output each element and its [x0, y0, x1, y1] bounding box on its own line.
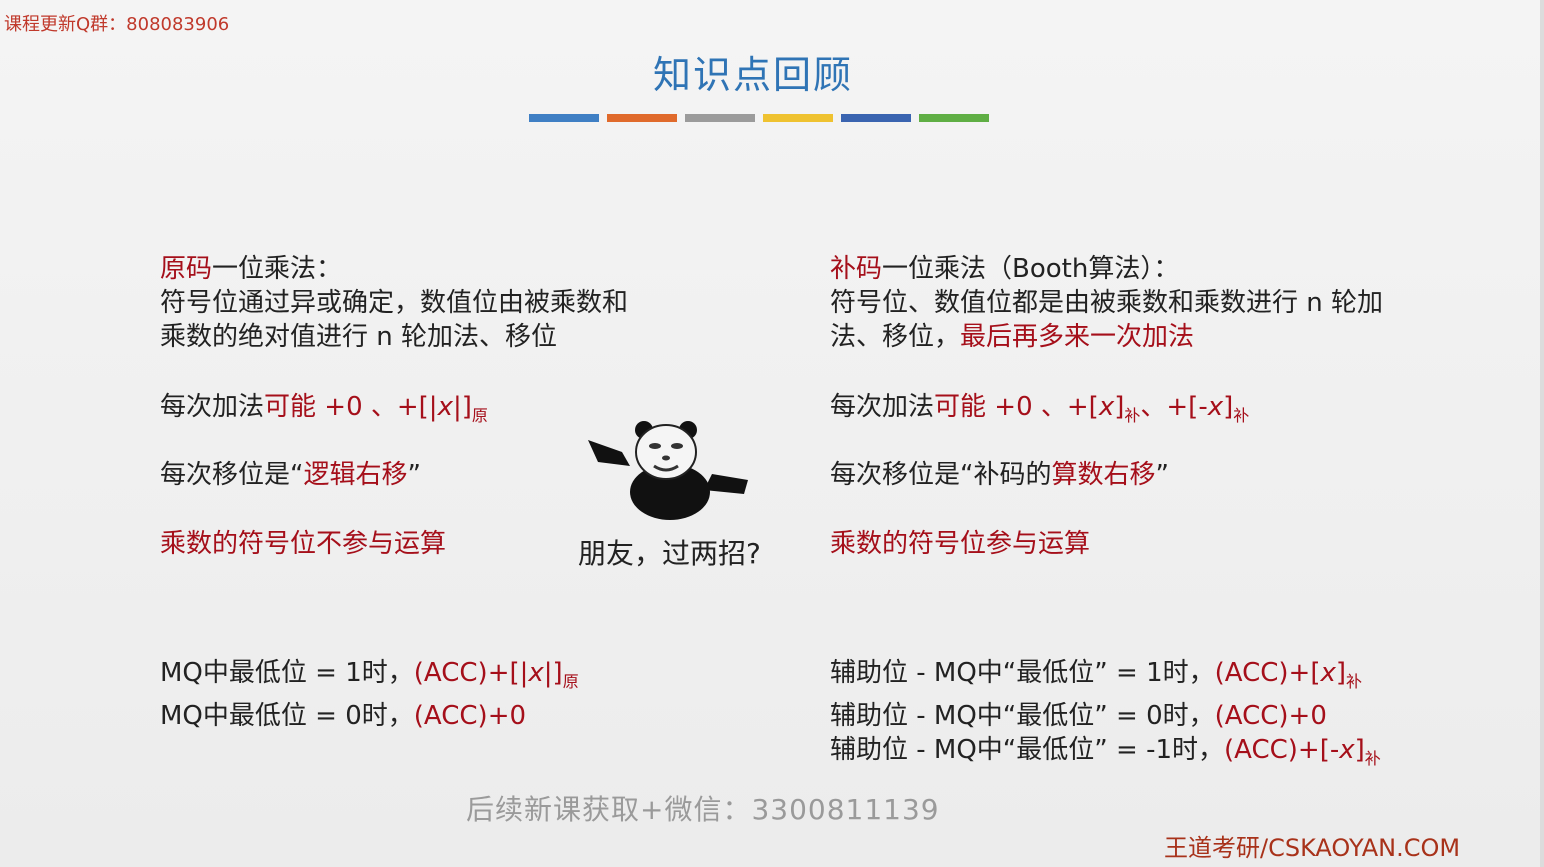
right-shift-red: 算数右移: [1051, 460, 1156, 490]
right-desc-line1: 符号位、数值位都是由被乘数和乘数进行 n 轮加: [830, 288, 1384, 318]
right-add-red2: +[-: [1166, 392, 1208, 422]
right-add-line: 每次加法可能 +0 、+[x]补、+[-x]补: [830, 390, 1249, 433]
right-shift-line: 每次移位是“补码的算数右移”: [830, 458, 1169, 492]
right-add-prefix: 每次加法: [830, 392, 935, 422]
right-rule1-red: (ACC)+[: [1214, 658, 1321, 688]
right-rule1-x: x: [1320, 658, 1336, 688]
left-heading-text: 一位乘法：: [212, 254, 343, 284]
left-rule1-subscript: 原: [562, 672, 579, 691]
right-heading-block: 补码一位乘法（Booth算法）： 符号位、数值位都是由被乘数和乘数进行 n 轮加…: [830, 252, 1383, 354]
left-shift-red: 逻辑右移: [303, 460, 408, 490]
left-rule1-end: |]: [543, 658, 563, 688]
right-rule1-subscript: 补: [1346, 672, 1363, 691]
qq-group-label: 课程更新Q群：808083906: [4, 14, 230, 35]
left-rule1-x: x: [528, 658, 544, 688]
panda-meme-image: [588, 421, 748, 520]
left-heading: 原码一位乘法：: [160, 252, 628, 286]
right-rule-1: 辅助位 - MQ中“最低位” = 1时，(ACC)+[x]补: [830, 656, 1381, 699]
page-title: 知识点回顾: [652, 53, 853, 97]
right-add-subscript2: 补: [1233, 406, 1250, 425]
right-add-subscript1: 补: [1124, 406, 1141, 425]
right-desc-line2: 法、移位，最后再多来一次加法: [830, 320, 1383, 354]
wechat-watermark: 后续新课获取+微信：3300811139: [466, 793, 940, 826]
slide-edge: [1540, 0, 1544, 867]
right-rule2-prefix: 辅助位 - MQ中“最低位” = 0时，: [830, 701, 1215, 731]
right-rule-3: 辅助位 - MQ中“最低位” = -1时，(ACC)+[-x]补: [830, 733, 1381, 776]
title-color-bars: [529, 114, 989, 122]
right-rules: 辅助位 - MQ中“最低位” = 1时，(ACC)+[x]补 辅助位 - MQ中…: [830, 656, 1381, 776]
right-add-red1: 可能 +0 、+[: [934, 392, 1099, 422]
right-rule-2: 辅助位 - MQ中“最低位” = 0时，(ACC)+0: [830, 699, 1381, 733]
panda-eye-left: [649, 443, 661, 449]
right-heading: 补码一位乘法（Booth算法）：: [830, 252, 1383, 286]
right-desc-line2-text: 法、移位，: [830, 322, 961, 352]
left-shift-prefix: 每次移位是“: [160, 460, 304, 490]
right-rule2-red: (ACC)+0: [1214, 701, 1327, 731]
meme-caption: 朋友，过两招?: [578, 537, 761, 570]
right-rule3-end: ]: [1354, 735, 1365, 765]
right-add-end1: ]: [1114, 392, 1125, 422]
color-bar-green: [919, 114, 989, 122]
left-add-x: x: [437, 392, 453, 422]
right-shift-prefix: 每次移位是“补码的: [830, 460, 1052, 490]
right-add-x1: x: [1098, 392, 1115, 422]
panda-right-arm: [704, 474, 748, 494]
left-rules: MQ中最低位 = 1时，(ACC)+[|x|]原 MQ中最低位 = 0时，(AC…: [160, 656, 579, 733]
left-rule2-prefix: MQ中最低位 = 0时，: [160, 701, 414, 731]
right-rule3-prefix: 辅助位 - MQ中“最低位” = -1时，: [830, 735, 1224, 765]
right-rule1-end: ]: [1335, 658, 1347, 688]
color-bar-orange: [607, 114, 677, 122]
right-desc-line2-red: 最后再多来一次加法: [960, 322, 1195, 352]
right-sign-note: 乘数的符号位参与运算: [830, 529, 1091, 559]
right-shift-suffix: ”: [1155, 460, 1169, 490]
color-bar-gray: [685, 114, 755, 122]
color-bar-blue: [529, 114, 599, 122]
right-rule1-prefix: 辅助位 - MQ中“最低位” = 1时，: [830, 658, 1215, 688]
panda-left-arm: [588, 440, 630, 466]
site-footer: 王道考研/CSKAOYAN.COM: [1164, 834, 1461, 862]
left-desc-line1: 符号位通过异或确定，数值位由被乘数和: [160, 288, 629, 318]
panda-eye-right: [671, 443, 683, 449]
left-add-red: 可能 +0 、+[|: [264, 392, 438, 422]
left-add-line: 每次加法可能 +0 、+[|x|]原: [160, 390, 488, 433]
left-rule2-red: (ACC)+0: [413, 701, 527, 731]
right-add-end2: ]: [1223, 392, 1234, 422]
left-sign-note: 乘数的符号位不参与运算: [160, 529, 447, 559]
left-rule-2: MQ中最低位 = 0时，(ACC)+0: [160, 699, 579, 733]
right-heading-text: 一位乘法（Booth算法）：: [882, 254, 1180, 284]
left-rule-1: MQ中最低位 = 1时，(ACC)+[|x|]原: [160, 656, 579, 699]
right-rule3-red: (ACC)+[-: [1224, 735, 1340, 765]
left-shift-line: 每次移位是“逻辑右移”: [160, 458, 421, 492]
left-rule1-red: (ACC)+[|: [413, 658, 529, 688]
color-bar-navy: [841, 114, 911, 122]
right-heading-keyword: 补码: [830, 254, 883, 284]
left-add-subscript: 原: [471, 406, 488, 425]
panda-nose: [662, 455, 670, 461]
right-rule3-x: x: [1339, 735, 1355, 765]
left-heading-block: 原码一位乘法： 符号位通过异或确定，数值位由被乘数和 乘数的绝对值进行 n 轮加…: [160, 252, 628, 354]
left-rule1-prefix: MQ中最低位 = 1时，: [160, 658, 414, 688]
left-heading-keyword: 原码: [160, 254, 213, 284]
left-add-prefix: 每次加法: [160, 392, 265, 422]
right-add-x2: x: [1207, 392, 1224, 422]
left-desc-line2: 乘数的绝对值进行 n 轮加法、移位: [160, 322, 558, 352]
left-shift-suffix: ”: [407, 460, 421, 490]
right-rule3-subscript: 补: [1364, 749, 1381, 768]
right-add-separator: 、: [1140, 392, 1167, 422]
left-add-end: |]: [452, 392, 472, 422]
color-bar-yellow: [763, 114, 833, 122]
